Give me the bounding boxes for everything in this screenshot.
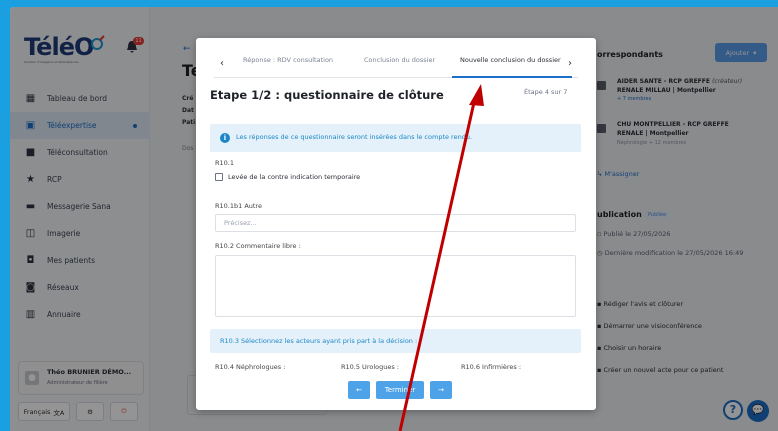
step-indicator: Étape 4 sur 7 <box>524 88 568 96</box>
finish-button[interactable]: Terminer <box>376 381 424 399</box>
info-banner: i Les réponses de ce questionnaire seron… <box>210 124 581 152</box>
tab-reponse[interactable]: Réponse : RDV consultation <box>243 56 333 64</box>
column-label: R10.4 Néphrologues : <box>215 363 286 371</box>
question-code: R10.1 <box>215 159 234 167</box>
autre-input[interactable]: Précisez... <box>215 214 576 232</box>
modal-title: Etape 1/2 : questionnaire de clôture <box>210 88 444 102</box>
checkbox-label: Levée de la contre indication temporaire <box>228 173 361 181</box>
levee-checkbox[interactable] <box>215 173 223 181</box>
question-label: R10.2 Commentaire libre : <box>215 242 301 250</box>
active-tab-indicator <box>452 76 572 78</box>
tab-nouvelle-conclusion[interactable]: Nouvelle conclusion du dossier <box>460 56 561 64</box>
next-button[interactable]: → <box>430 381 452 399</box>
column-label: R10.5 Urologues : <box>341 363 399 371</box>
app-frame: TéléO Solution d'imagerie et télémédecin… <box>10 7 778 431</box>
closure-modal: ‹ Réponse : RDV consultation Conclusion … <box>196 38 596 410</box>
tabs-prev-chevron-icon[interactable]: ‹ <box>214 55 230 73</box>
info-text: Les réponses de ce questionnaire seront … <box>236 133 473 141</box>
actors-select-box: R10.3 Sélectionnez les acteurs ayant pri… <box>210 329 581 353</box>
question-label: R10.1b1 Autre <box>215 202 262 210</box>
modal-tabs: ‹ Réponse : RDV consultation Conclusion … <box>214 50 578 78</box>
info-icon: i <box>220 133 230 143</box>
previous-button[interactable]: ← <box>348 381 370 399</box>
tab-conclusion[interactable]: Conclusion du dossier <box>364 56 435 64</box>
tabs-next-chevron-icon[interactable]: › <box>562 55 578 73</box>
actors-select-title: R10.3 Sélectionnez les acteurs ayant pri… <box>220 337 418 345</box>
commentaire-textarea[interactable] <box>215 255 576 317</box>
column-label: R10.6 Infirmières : <box>461 363 522 371</box>
